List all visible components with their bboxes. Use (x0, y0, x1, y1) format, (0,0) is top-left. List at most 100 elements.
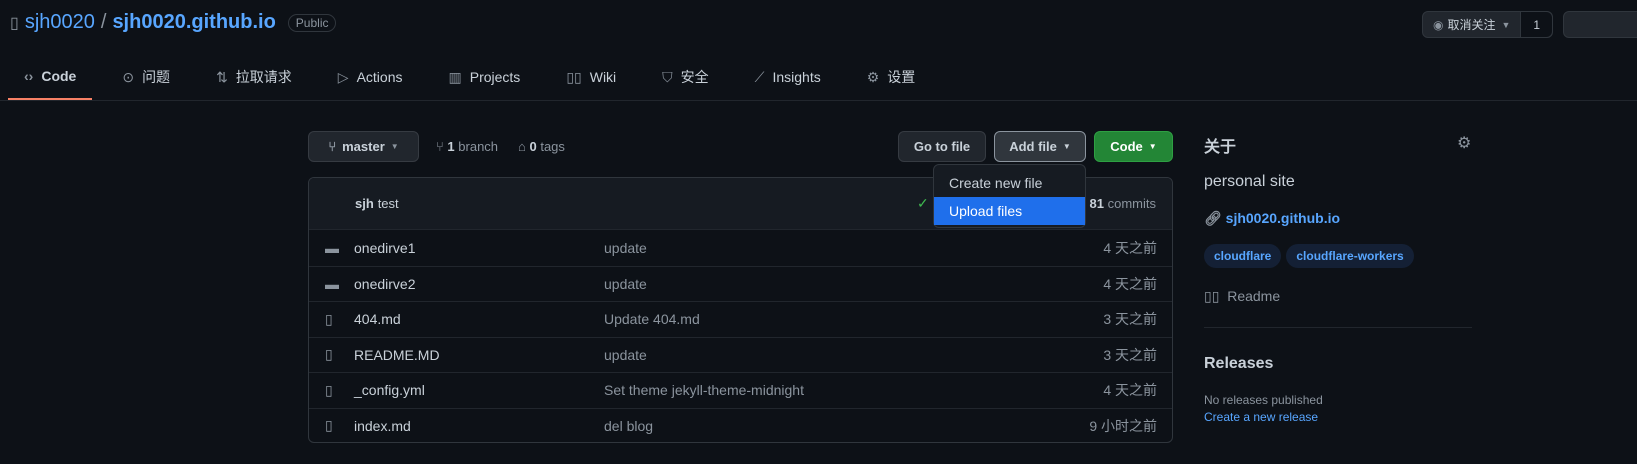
file-icon: ▯ (325, 346, 333, 363)
project-icon: ▥ (448, 68, 462, 85)
file-row: ▯ index.md del blog 9 小时之前 (309, 407, 1172, 443)
branch-select[interactable]: ⑂ master ▼ (308, 131, 419, 162)
check-icon: ✓ (917, 195, 929, 211)
tab-actions[interactable]: ▷ Actions (322, 62, 419, 92)
tab-label: Code (41, 68, 77, 84)
commit-message-link[interactable]: Update 404.md (604, 311, 700, 327)
upload-files-item[interactable]: Upload files (934, 197, 1085, 225)
issue-icon: ⊙ (122, 68, 135, 85)
code-icon: ‹› (24, 68, 34, 84)
commit-time: 3 天之前 (1103, 311, 1157, 328)
watch-button[interactable]: ◉ 取消关注 ▼ 1 (1422, 11, 1554, 38)
code-button[interactable]: Code ▼ (1094, 131, 1173, 162)
go-to-file-button[interactable]: Go to file (898, 131, 986, 162)
gear-icon: ⚙ (866, 68, 880, 85)
separator: / (100, 11, 107, 33)
file-name-link[interactable]: onedirve1 (354, 240, 416, 256)
file-icon: ▯ (325, 381, 333, 398)
graph-icon: ⟋ (754, 68, 765, 85)
repo-link[interactable]: sjh0020.github.io (112, 11, 275, 34)
branch-name: master (342, 139, 385, 154)
folder-icon: ▬ (325, 275, 339, 292)
play-icon: ▷ (337, 68, 349, 85)
caret-down-icon: ▼ (1148, 142, 1157, 151)
file-name-link[interactable]: _config.yml (354, 382, 425, 398)
shield-icon: ⛉ (662, 68, 673, 85)
about-settings-gear-icon[interactable]: ⚙ (1457, 133, 1471, 153)
branch-icon: ⑂ (328, 139, 337, 154)
tab-label: Projects (469, 69, 521, 85)
folder-icon: ▬ (325, 239, 339, 256)
commit-time: 4 天之前 (1103, 382, 1157, 399)
tab-projects[interactable]: ▥ Projects (433, 62, 537, 92)
commit-time: 9 小时之前 (1089, 417, 1157, 434)
create-release-link[interactable]: Create a new release (1204, 410, 1318, 424)
commit-author[interactable]: sjh (355, 196, 374, 211)
commit-message-link[interactable]: del blog (604, 418, 653, 434)
file-name-link[interactable]: index.md (354, 418, 411, 434)
file-row: ▯ _config.yml Set theme jekyll-theme-mid… (309, 372, 1172, 408)
file-row: ▯ README.MD update 3 天之前 (309, 336, 1172, 373)
file-icon: ▯ (325, 310, 333, 327)
book-icon: ▯▯ (1204, 288, 1224, 304)
file-name-link[interactable]: 404.md (354, 311, 401, 327)
tab-安全[interactable]: ⛉ 安全 (646, 62, 725, 92)
visibility-badge: Public (287, 13, 337, 32)
commits-link[interactable]: 81 commits (1090, 196, 1156, 211)
tab-label: Insights (772, 69, 821, 85)
code-label: Code (1110, 139, 1143, 154)
file-row: ▬ onedirve1 update 4 天之前 (309, 230, 1172, 266)
tag-icon: ⌂ (518, 139, 530, 154)
watch-count[interactable]: 1 (1521, 12, 1553, 37)
tab-label: Actions (356, 69, 403, 85)
add-file-label: Add file (1009, 139, 1057, 154)
book-icon: ▯▯ (566, 68, 582, 85)
tab-问题[interactable]: ⊙ 问题 (106, 62, 186, 92)
commit-message[interactable]: test (378, 196, 399, 211)
tab-label: Wiki (589, 69, 617, 85)
releases-heading[interactable]: Releases (1204, 355, 1273, 373)
tab-insights[interactable]: ⟋ Insights (739, 62, 837, 92)
tab-label: 问题 (142, 69, 171, 85)
divider (0, 100, 1637, 101)
file-row: ▬ onedirve2 update 4 天之前 (309, 265, 1172, 302)
tab-label: 拉取请求 (235, 69, 292, 85)
commit-message-link[interactable]: update (604, 276, 647, 292)
eye-icon: ◉ (1433, 17, 1444, 32)
file-icon: ▯ (325, 417, 333, 434)
owner-link[interactable]: sjh0020 (25, 11, 95, 34)
tab-code[interactable]: ‹› Code (8, 62, 93, 100)
file-name-link[interactable]: README.MD (354, 347, 440, 363)
topics: cloudflare cloudflare-workers (1204, 244, 1419, 268)
topic-tag[interactable]: cloudflare (1204, 244, 1282, 268)
link-icon: 🔗︎ (1204, 210, 1226, 226)
tab-wiki[interactable]: ▯▯ Wiki (550, 62, 632, 92)
commit-message-link[interactable]: update (604, 347, 647, 363)
repo-icon: ▯ (10, 14, 19, 32)
website-link[interactable]: sjh0020.github.io (1226, 210, 1340, 226)
add-file-menu: Create new file Upload files (933, 164, 1086, 228)
topic-tag[interactable]: cloudflare-workers (1286, 244, 1414, 268)
tab-拉取请求[interactable]: ⇅ 拉取请求 (200, 62, 308, 92)
branches-link[interactable]: ⑂ 1 branch (436, 139, 498, 154)
tab-label: 安全 (680, 69, 709, 85)
branch-icon: ⑂ (436, 139, 448, 154)
sidebar-divider (1204, 327, 1472, 328)
commit-time: 4 天之前 (1103, 239, 1157, 256)
tags-link[interactable]: ⌂ 0 tags (518, 139, 565, 154)
add-file-button[interactable]: Add file ▼ (994, 131, 1086, 162)
star-button-edge[interactable] (1563, 11, 1637, 38)
website: 🔗︎ sjh0020.github.io (1204, 210, 1340, 227)
commit-message-link[interactable]: Set theme jekyll-theme-midnight (604, 382, 804, 398)
commit-time: 4 天之前 (1103, 275, 1157, 292)
pull-request-icon: ⇅ (216, 68, 228, 85)
file-name-link[interactable]: onedirve2 (354, 276, 416, 292)
about-heading: 关于 (1204, 139, 1237, 156)
create-new-file-item[interactable]: Create new file (934, 169, 1085, 197)
tab-设置[interactable]: ⚙ 设置 (851, 62, 932, 92)
watch-label: 取消关注 (1447, 18, 1496, 32)
no-releases-text: No releases published (1204, 393, 1323, 407)
repo-title: ▯ sjh0020 / sjh0020.github.io Public (10, 11, 337, 34)
commit-message-link[interactable]: update (604, 240, 647, 256)
readme-link[interactable]: ▯▯ Readme (1204, 288, 1280, 305)
